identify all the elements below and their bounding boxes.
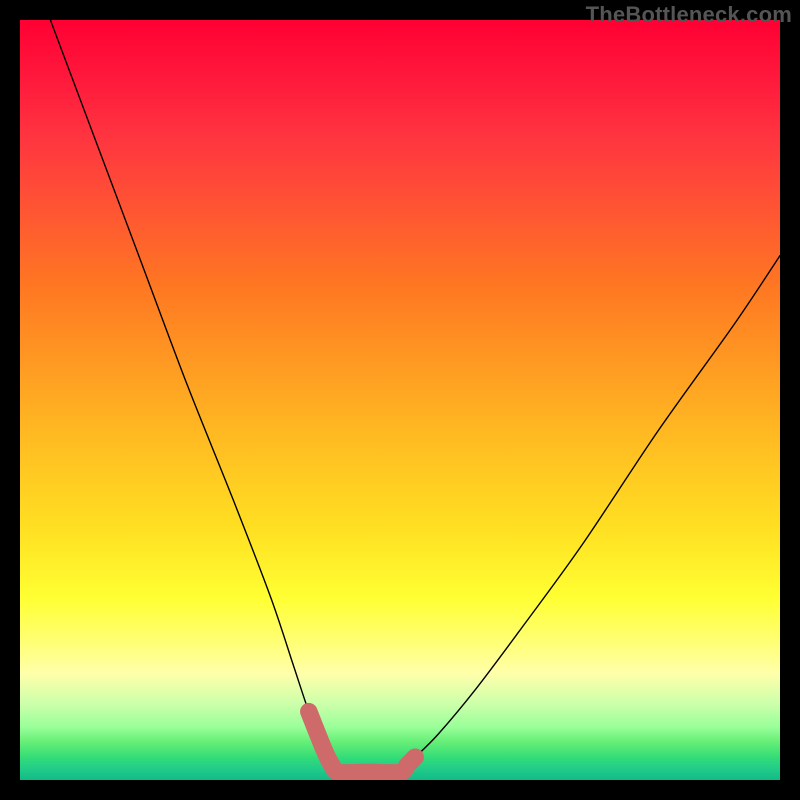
plot-area — [20, 20, 780, 780]
watermark-text: TheBottleneck.com — [586, 2, 792, 28]
bottleneck-curve — [50, 20, 780, 773]
chart-frame: TheBottleneck.com — [0, 0, 800, 800]
valley-highlight — [309, 712, 415, 773]
chart-svg — [20, 20, 780, 780]
